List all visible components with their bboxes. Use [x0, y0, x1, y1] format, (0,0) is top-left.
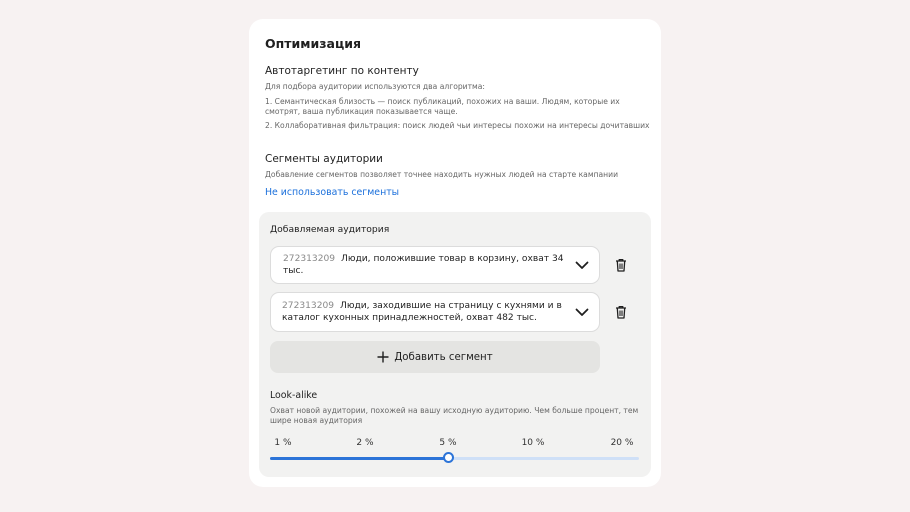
lookalike-description: Охват новой аудитории, похожей на вашу и… — [270, 406, 639, 425]
segment-id: 272313209 — [282, 301, 335, 311]
disable-segments-link[interactable]: Не использовать сегменты — [265, 187, 399, 198]
slider-tick-2[interactable]: 2 % — [356, 438, 373, 448]
lookalike-slider-fill — [270, 457, 448, 460]
autotargeting-item-1: 1. Семантическая близость — поиск публик… — [265, 97, 620, 116]
segment-id: 272313209 — [283, 254, 336, 264]
lookalike-heading: Look-alike — [270, 390, 318, 401]
slider-tick-20[interactable]: 20 % — [611, 438, 634, 448]
trash-icon[interactable] — [615, 305, 627, 319]
audience-panel: Добавляемая аудитория 272313209 Люди, по… — [259, 212, 651, 477]
lookalike-slider-thumb[interactable] — [442, 452, 454, 463]
slider-tick-5[interactable]: 5 % — [439, 438, 456, 448]
audience-segment-select-2[interactable]: 272313209 Люди, заходившие на страницу с… — [270, 292, 600, 332]
plus-icon — [377, 351, 389, 363]
slider-tick-10[interactable]: 10 % — [522, 438, 545, 448]
segment-text: 272313209 Люди, положившие товар в корзи… — [283, 253, 565, 277]
card-title: Оптимизация — [265, 36, 361, 51]
chevron-down-icon — [575, 261, 589, 269]
trash-icon[interactable] — [615, 258, 627, 272]
lookalike-slider-track[interactable] — [270, 452, 639, 463]
audience-label: Добавляемая аудитория — [270, 224, 390, 235]
optimization-card: Оптимизация Автотаргетинг по контенту Дл… — [249, 19, 661, 487]
audience-segment-select-1[interactable]: 272313209 Люди, положившие товар в корзи… — [270, 246, 600, 284]
autotargeting-intro: Для подбора аудитории используются два а… — [265, 82, 485, 91]
segments-heading: Сегменты аудитории — [265, 153, 383, 165]
segment-text: 272313209 Люди, заходившие на страницу с… — [282, 300, 565, 324]
add-segment-label: Добавить сегмент — [394, 351, 493, 363]
add-segment-button[interactable]: Добавить сегмент — [270, 341, 600, 373]
segments-description: Добавление сегментов позволяет точнее на… — [265, 170, 619, 179]
autotargeting-item-2: 2. Коллаборативная фильтрация: поиск люд… — [265, 121, 650, 130]
slider-tick-1[interactable]: 1 % — [274, 438, 291, 448]
chevron-down-icon — [575, 308, 589, 316]
autotargeting-heading: Автотаргетинг по контенту — [265, 65, 419, 77]
